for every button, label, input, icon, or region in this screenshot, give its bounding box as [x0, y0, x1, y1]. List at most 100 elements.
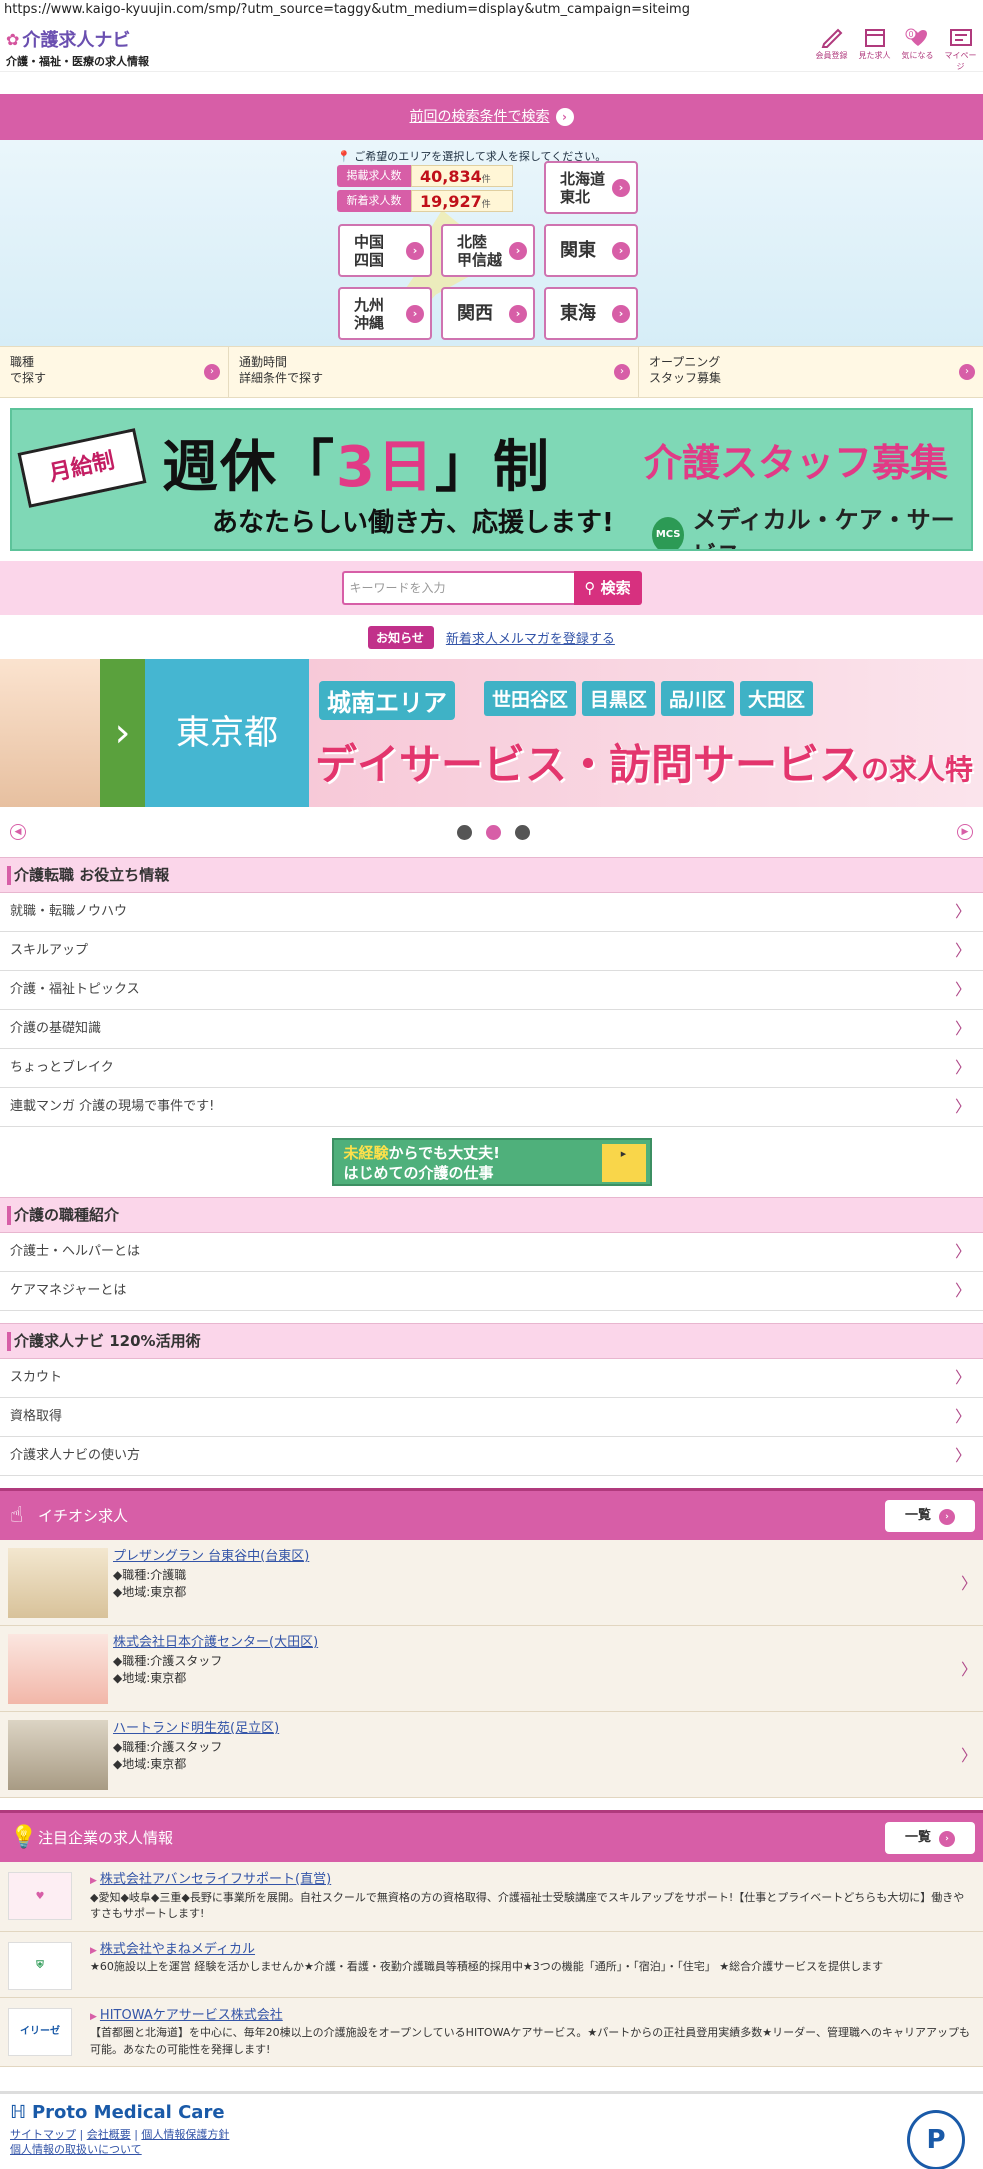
job-photo [8, 1634, 108, 1704]
keyword-input[interactable]: キーワードを入力 [341, 571, 574, 605]
ward-tag: 品川区 [661, 681, 735, 716]
proto-icon: ℍ [10, 2102, 26, 2123]
new-count: 新着求人数 19,927件 [337, 190, 513, 212]
list-item[interactable]: 就職・転職ノウハウ 〉 [0, 893, 983, 932]
chevron-right-icon: 〉 [954, 1019, 971, 1038]
slider-dot-active[interactable] [486, 825, 501, 840]
company-link[interactable]: 株式会社アバンセライフサポート(直営) [100, 1872, 331, 1887]
list-item-label: 介護士・ヘルパーとは [10, 1244, 141, 1259]
slide-area: 城南エリア [319, 681, 455, 720]
footer-link-company[interactable]: 会社概要 [87, 2128, 131, 2141]
list-item[interactable]: ちょっとブレイク 〉 [0, 1049, 983, 1088]
list-item[interactable]: スキルアップ 〉 [0, 932, 983, 971]
triangle-icon: ▶ [90, 2011, 97, 2022]
job-item[interactable]: 株式会社日本介護センター(大田区) ◆職種:介護スタッフ ◆地域:東京都 〉 [0, 1626, 983, 1712]
job-type: ◆職種:介護スタッフ [113, 1653, 223, 1668]
chevron-right-icon: 〉 [954, 1242, 971, 1261]
favorites-count: 0 [908, 30, 913, 39]
list-item[interactable]: 介護の基礎知識 〉 [0, 1010, 983, 1049]
region-chugoku-shikoku[interactable]: 中国 四国 › [338, 224, 432, 277]
region-kansai[interactable]: 関西 › [441, 287, 535, 340]
company-link[interactable]: HITOWAケアサービス株式会社 [100, 2008, 283, 2023]
company-item[interactable]: ♥ ▶ 株式会社アバンセライフサポート(直営) ◆愛知◆岐阜◆三重◆長野に事業所を… [0, 1862, 983, 1932]
slider-dot[interactable] [457, 825, 472, 840]
job-title-link[interactable]: 株式会社日本介護センター(大田区) [113, 1635, 318, 1650]
footer-link-privacy[interactable]: 個人情報保護方針 [141, 2128, 229, 2141]
slider-next-button[interactable]: ▶ [957, 824, 973, 840]
region-label: 関西 [457, 302, 493, 324]
chevron-right-icon: › [612, 241, 630, 260]
list-item[interactable]: 介護求人ナビの使い方 〉 [0, 1437, 983, 1476]
company-desc: 【首都圏と北海道】を中心に、毎年20棟以上の介護施設をオープンしているHITOW… [90, 2026, 970, 2056]
list-item[interactable]: 介護・福祉トピックス 〉 [0, 971, 983, 1010]
viewed-jobs-button[interactable]: 見た求人 [856, 26, 893, 72]
slide-title-suffix: の求人特 [861, 753, 974, 786]
search-opening-staff[interactable]: オープニング スタッフ募集 › [639, 347, 983, 397]
search-by-commute[interactable]: 通勤時間 詳細条件で探す › [229, 347, 639, 397]
footer-link-sitemap[interactable]: サイトマップ [10, 2128, 76, 2141]
chevron-right-icon: › [612, 178, 630, 197]
chevron-right-icon: › [406, 241, 424, 260]
region-kanto[interactable]: 関東 › [544, 224, 638, 277]
mypage-button[interactable]: マイページ [942, 26, 979, 72]
region-tokai[interactable]: 東海 › [544, 287, 638, 340]
list-item[interactable]: 連載マンガ 介護の現場で事件です! 〉 [0, 1088, 983, 1127]
ward-tag: 世田谷区 [484, 681, 577, 716]
list-item[interactable]: 資格取得 〉 [0, 1398, 983, 1437]
register-button[interactable]: 会員登録 [813, 26, 850, 72]
list-item[interactable]: 介護士・ヘルパーとは 〉 [0, 1233, 983, 1272]
list-item-label: 資格取得 [10, 1409, 63, 1424]
notice-tag: お知らせ [368, 625, 434, 649]
manga-banner[interactable]: 未経験からでも大丈夫! はじめての介護の仕事 ▶ [331, 1138, 652, 1186]
site-logo[interactable]: ✿ 介護求人ナビ 介護・福祉・医療の求人情報 [6, 26, 149, 69]
viewed-jobs-label: 見た求人 [858, 51, 891, 60]
company-logo: ♥ [8, 1872, 72, 1920]
favorites-button[interactable]: 0 気になる [899, 26, 936, 72]
chevron-right-icon: 〉 [954, 1281, 971, 1300]
category-label: 職種 で探す [10, 355, 47, 385]
job-item[interactable]: ハートランド明生苑(足立区) ◆職種:介護スタッフ ◆地域:東京都 〉 [0, 1712, 983, 1798]
company-desc: ★60施設以上を運営 経験を活かしませんか★介護・看護・夜勤介護職員等積極的採用… [90, 1960, 884, 1973]
region-hokkaido-tohoku[interactable]: 北海道 東北 › [544, 161, 638, 214]
previous-search-button[interactable]: 前回の検索条件で検索 › [0, 94, 983, 140]
slider-prev-button[interactable]: ◀ [10, 824, 26, 840]
pencil-icon [821, 28, 842, 48]
logo-tagline: 介護・福祉・医療の求人情報 [6, 55, 149, 68]
slider-dot[interactable] [515, 825, 530, 840]
chevron-right-icon: 〉 [954, 1368, 971, 1387]
company-item[interactable]: イリーゼ ▶ HITOWAケアサービス株式会社 【首都圏と北海道】を中心に、毎年2… [0, 1997, 983, 2067]
feature-slider[interactable]: › 東京都 城南エリア 世田谷区 目黒区 品川区 大田区 デイサービス・訪問サー… [0, 659, 983, 807]
pickup-list-button[interactable]: 一覧 › [885, 1500, 975, 1532]
recruit-banner[interactable]: 月給制 週休「3日」制 あなたらしい働き方、応援します! 介護スタッフ募集 MC… [10, 408, 973, 551]
list-item[interactable]: スカウト 〉 [0, 1359, 983, 1398]
company-link[interactable]: 株式会社やまねメディカル [100, 1942, 255, 1957]
newsletter-link[interactable]: 新着求人メルマガを登録する [446, 628, 615, 647]
chevron-right-icon: › [939, 1509, 955, 1525]
pin-icon: 📍 [337, 150, 351, 163]
search-button[interactable]: ⚲ 検索 [573, 571, 642, 605]
manga-line1b: からでも大丈夫! [388, 1144, 500, 1162]
job-title-link[interactable]: プレザングラン 台東谷中(台東区) [113, 1549, 309, 1564]
browser-url[interactable]: https://www.kaigo-kyuujin.com/smp/?utm_s… [0, 0, 983, 22]
listing-count-label: 掲載求人数 [337, 165, 411, 187]
list-item[interactable]: ケアマネジャーとは 〉 [0, 1272, 983, 1311]
region-hokuriku-koshinetsu[interactable]: 北陸 甲信越 › [441, 224, 535, 277]
job-item[interactable]: プレザングラン 台東谷中(台東区) ◆職種:介護職 ◆地域:東京都 〉 [0, 1540, 983, 1626]
search-icon: ⚲ [584, 579, 596, 597]
search-by-job-type[interactable]: 職種 で探す › [0, 347, 229, 397]
chevron-right-icon: 〉 [954, 1097, 971, 1116]
list-item-label: 連載マンガ 介護の現場で事件です! [10, 1099, 215, 1114]
chevron-right-icon: 〉 [954, 1446, 971, 1465]
section-job-types-title: 介護の職種紹介 [0, 1197, 983, 1233]
footer-link-personal-info[interactable]: 個人情報の取扱いについて [10, 2143, 142, 2156]
company-item[interactable]: ⛨ ▶ 株式会社やまねメディカル ★60施設以上を運営 経験を活かしませんか★介護… [0, 1931, 983, 1998]
chevron-right-icon: 〉 [954, 1058, 971, 1077]
region-kyushu-okinawa[interactable]: 九州 沖縄 › [338, 287, 432, 340]
list-item-label: ケアマネジャーとは [10, 1283, 127, 1298]
companies-list-button[interactable]: 一覧 › [885, 1822, 975, 1854]
company-logo: イリーゼ [8, 2007, 72, 2056]
job-title-link[interactable]: ハートランド明生苑(足立区) [113, 1721, 279, 1736]
mcs-logo: MCS [652, 517, 685, 549]
chevron-right-icon: 〉 [960, 1660, 977, 1679]
proto-logo[interactable]: ℍ Proto Medical Care [10, 2102, 973, 2123]
